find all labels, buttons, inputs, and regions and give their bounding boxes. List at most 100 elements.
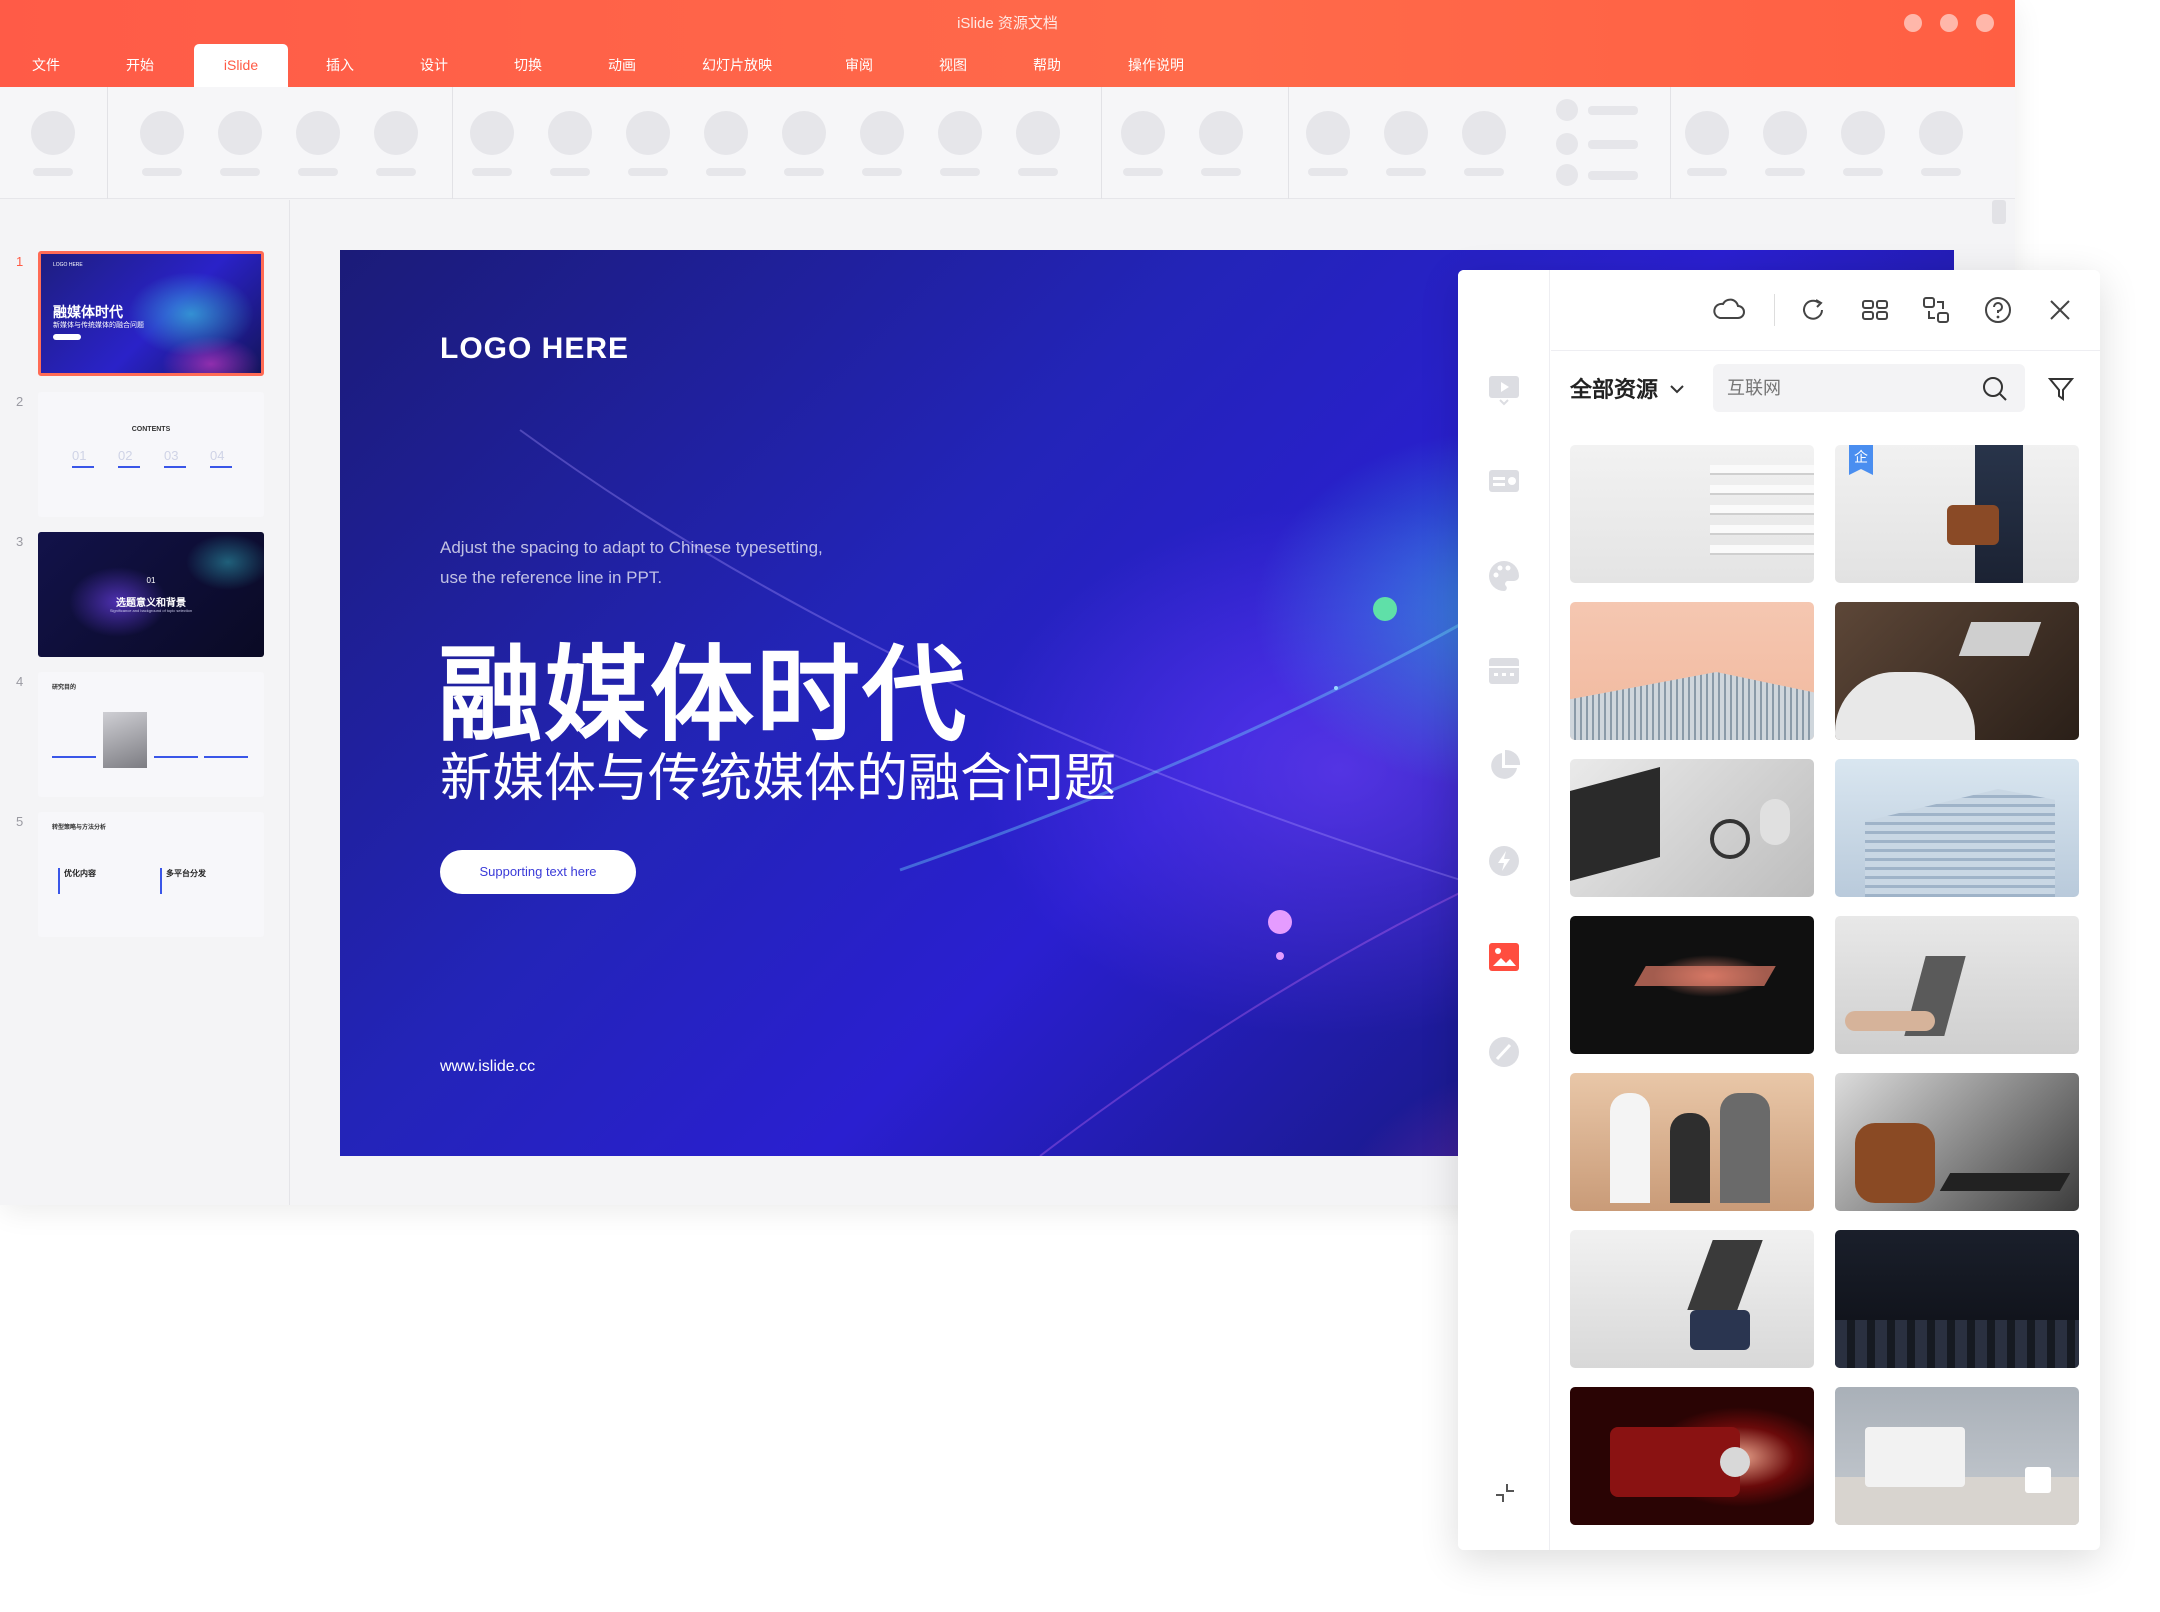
tab-animation[interactable]: 动画: [608, 55, 636, 75]
tab-home[interactable]: 开始: [126, 55, 154, 75]
ribbon-button[interactable]: [1462, 111, 1506, 155]
palette-icon[interactable]: [1485, 557, 1523, 595]
grid-view-icon[interactable]: [1857, 292, 1893, 328]
ribbon-button-label: [142, 168, 182, 176]
slide-thumbnail-1[interactable]: LOGO HERE 融媒体时代 新媒体与传统媒体的融合问题: [38, 251, 264, 376]
image-icon[interactable]: [1485, 938, 1523, 976]
ribbon-button[interactable]: [140, 111, 184, 155]
slide-logo: LOGO HERE: [440, 332, 630, 365]
slide-number: 1: [16, 254, 24, 269]
ribbon-button-label: [1123, 168, 1163, 176]
tab-insert[interactable]: 插入: [326, 55, 354, 75]
ribbon-button[interactable]: [218, 111, 262, 155]
photo-office-tower[interactable]: [1835, 759, 2079, 897]
photo-laptop-desk-dark[interactable]: [1835, 602, 2079, 740]
search-input[interactable]: [1713, 364, 1973, 412]
slide-thumbnail-3[interactable]: 01 选题意义和背景 Significance and background o…: [38, 532, 264, 657]
photo-laptop-glow-dark[interactable]: [1570, 916, 1814, 1054]
ribbon-button[interactable]: [296, 111, 340, 155]
thumb-subtitle: Significance and background of topic sel…: [109, 608, 193, 613]
ribbon-divider: [1670, 87, 1671, 199]
photo-macbook-grey[interactable]: [1835, 1387, 2079, 1525]
cloud-icon[interactable]: [1711, 292, 1747, 328]
scrollbar[interactable]: [1992, 200, 2006, 224]
photo-red-projector[interactable]: [1570, 1387, 1814, 1525]
ribbon-button[interactable]: [782, 111, 826, 155]
ribbon-button[interactable]: [1199, 111, 1243, 155]
thumb-title: 融媒体时代: [53, 304, 123, 320]
ribbon-button[interactable]: [374, 111, 418, 155]
filter-icon[interactable]: [2046, 374, 2076, 404]
brush-icon[interactable]: [1485, 1033, 1523, 1071]
slide-thumbnail-4[interactable]: 研究目的: [38, 672, 264, 797]
table-icon[interactable]: [1485, 652, 1523, 690]
ribbon-button-label: [1464, 168, 1504, 176]
photo-leather-chair-keyboard[interactable]: [1835, 1073, 2079, 1211]
resource-filter-dropdown[interactable]: 全部资源: [1570, 372, 1686, 404]
slide-tip-line2: use the reference line in PPT.: [440, 568, 663, 587]
swap-icon[interactable]: [1918, 292, 1954, 328]
minimize-button[interactable]: [1904, 14, 1922, 32]
pie-chart-icon[interactable]: [1485, 747, 1523, 785]
ribbon-button[interactable]: [1763, 111, 1807, 155]
photo-team-meeting[interactable]: [1570, 1073, 1814, 1211]
ribbon-button[interactable]: [1919, 111, 1963, 155]
ribbon-button[interactable]: [860, 111, 904, 155]
thumb-number: 01: [72, 448, 87, 463]
tab-file[interactable]: 文件: [32, 55, 60, 75]
ribbon-button[interactable]: [626, 111, 670, 155]
slide-number: 2: [16, 394, 24, 409]
photo-office-laptop-desk[interactable]: [1570, 1230, 1814, 1368]
ribbon-divider: [107, 87, 108, 199]
ribbon-divider: [452, 87, 453, 199]
slide-number: 4: [16, 674, 24, 689]
slide-tip-line1: Adjust the spacing to adapt to Chinese t…: [440, 538, 823, 557]
ribbon-button[interactable]: [1841, 111, 1885, 155]
ribbon-button[interactable]: [938, 111, 982, 155]
close-window-button[interactable]: [1976, 14, 1994, 32]
refresh-icon[interactable]: [1795, 292, 1831, 328]
ribbon-button[interactable]: [1016, 111, 1060, 155]
tab-islide[interactable]: iSlide: [194, 57, 288, 73]
slide-number: 5: [16, 814, 24, 829]
tab-help[interactable]: 帮助: [1033, 55, 1061, 75]
slide-thumbnail-2[interactable]: CONTENTS 01 02 03 04: [38, 392, 264, 517]
close-icon[interactable]: [2042, 292, 2078, 328]
thumb-line: [72, 466, 94, 468]
collapse-icon[interactable]: [1490, 1478, 1520, 1508]
ribbon-button[interactable]: [31, 111, 75, 155]
thumb-image: [103, 712, 147, 768]
ribbon-button-label: [1921, 168, 1961, 176]
slide-thumbnail-5[interactable]: 转型策略与方法分析 优化内容 多平台分发: [38, 812, 264, 937]
search-icon[interactable]: [1980, 374, 2010, 404]
ribbon-button[interactable]: [1121, 111, 1165, 155]
tab-view[interactable]: 视图: [939, 55, 967, 75]
lightning-icon[interactable]: [1485, 842, 1523, 880]
window-title: iSlide 资源文档: [957, 15, 1058, 32]
ribbon-button[interactable]: [1384, 111, 1428, 155]
photo-glass-building[interactable]: [1570, 602, 1814, 740]
help-icon[interactable]: [1980, 292, 2016, 328]
layout-card-icon[interactable]: [1485, 462, 1523, 500]
photo-laptop-watch-mouse[interactable]: [1570, 759, 1814, 897]
photo-stacked-papers[interactable]: [1570, 445, 1814, 583]
slide-supporting-button[interactable]: Supporting text here: [440, 850, 636, 894]
ribbon-button-label: [706, 168, 746, 176]
tab-design[interactable]: 设计: [420, 55, 448, 75]
thumb-number: 04: [210, 448, 225, 463]
ribbon-button[interactable]: [1306, 111, 1350, 155]
ribbon-button[interactable]: [470, 111, 514, 155]
slideshow-icon[interactable]: [1485, 369, 1523, 407]
maximize-button[interactable]: [1940, 14, 1958, 32]
tab-review[interactable]: 审阅: [845, 55, 873, 75]
photo-hands-laptop[interactable]: [1835, 916, 2079, 1054]
ribbon-button[interactable]: [1685, 111, 1729, 155]
tab-tell-me[interactable]: 操作说明: [1128, 55, 1184, 75]
tab-transition[interactable]: 切换: [514, 55, 542, 75]
ribbon-button[interactable]: [704, 111, 748, 155]
tab-slideshow[interactable]: 幻灯片放映: [702, 55, 772, 75]
ribbon-button-label: [472, 168, 512, 176]
ribbon-button[interactable]: [548, 111, 592, 155]
photo-dark-auditorium[interactable]: [1835, 1230, 2079, 1368]
thumb-button: [53, 334, 81, 340]
